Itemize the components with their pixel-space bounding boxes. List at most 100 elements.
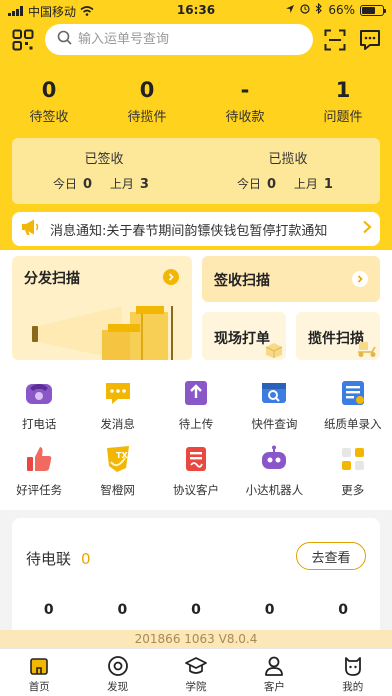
phone-icon <box>24 378 54 408</box>
message-bubble-icon[interactable] <box>358 28 382 52</box>
parcel-icon <box>264 342 284 362</box>
main-panel: 分发扫描 签收扫描 现场打单 揽件扫描 打电话 发消息 待上传 快件查询 纸质单… <box>0 250 392 510</box>
action-call[interactable]: 打电话 <box>0 378 78 432</box>
profile-icon <box>342 655 364 677</box>
chevron-right-icon <box>163 269 179 285</box>
battery-percent: 66% <box>328 3 355 17</box>
stat-label: 待签收 <box>29 110 69 125</box>
month-value: 1 <box>323 177 333 192</box>
stat-pending-sign[interactable]: 0 待签收 <box>0 78 98 126</box>
status-bar: 中国移动 16:36 66% <box>0 0 392 22</box>
sign-scan-tile[interactable]: 签收扫描 <box>202 256 380 302</box>
action-label: 小达机器人 <box>245 483 304 497</box>
tab-label: 发现 <box>107 681 129 693</box>
quick-actions-row-2: 好评任务 TX 智橙网 协议客户 小达机器人 更多 <box>0 444 392 498</box>
action-more[interactable]: 更多 <box>314 444 392 498</box>
stat-label: 待揽件 <box>127 110 167 125</box>
month-label: 上月 <box>293 177 318 191</box>
chevron-right-icon <box>352 271 368 287</box>
upload-icon <box>181 378 211 408</box>
contract-icon <box>181 444 211 474</box>
customer-icon <box>263 655 285 677</box>
home-icon <box>28 655 50 677</box>
tab-label: 客户 <box>263 681 285 693</box>
action-message[interactable]: 发消息 <box>78 378 156 432</box>
tab-profile[interactable]: 我的 <box>314 649 392 696</box>
stat-label: 待收款 <box>225 110 265 125</box>
action-label: 好评任务 <box>16 483 63 497</box>
alarm-icon <box>300 3 310 17</box>
dispatch-scan-label: 分发扫描 <box>24 271 80 287</box>
collected-title: 已揽收 <box>268 152 308 167</box>
action-paper-form[interactable]: 纸质单录入 <box>314 378 392 432</box>
message-icon <box>103 378 133 408</box>
tab-label: 首页 <box>28 681 50 693</box>
tab-discover[interactable]: 发现 <box>78 649 156 696</box>
month-label: 上月 <box>109 177 134 191</box>
onsite-print-label: 现场打单 <box>214 331 270 347</box>
action-label: 协议客户 <box>172 483 219 497</box>
stat-value: - <box>240 78 250 102</box>
action-robot-assistant[interactable]: 小达机器人 <box>235 444 313 498</box>
academy-icon <box>185 655 207 677</box>
stat-pending-collect[interactable]: 0 待揽件 <box>98 78 196 126</box>
view-button[interactable]: 去查看 <box>296 542 366 570</box>
stat-value: 0 <box>41 78 57 102</box>
notice-bar[interactable]: 消息通知:关于春节期间韵镖侠钱包暂停打款通知 <box>12 212 380 246</box>
signed-title: 已签收 <box>84 152 124 167</box>
more-grid-icon <box>338 444 368 474</box>
search-input[interactable] <box>78 32 298 47</box>
stat-value: 1 <box>335 78 351 102</box>
thumbs-up-icon <box>24 444 54 474</box>
notice-text: 消息通知:关于春节期间韵镖侠钱包暂停打款通知 <box>50 223 328 239</box>
pending-call-count: 0 <box>81 550 91 568</box>
breakdown-item[interactable]: 0 <box>12 602 86 618</box>
battery-icon <box>360 4 386 16</box>
action-label: 智橙网 <box>100 483 135 497</box>
search-bar[interactable] <box>45 24 313 55</box>
breakdown-item[interactable]: 0 <box>233 602 307 618</box>
stat-problem-items[interactable]: 1 问题件 <box>294 78 392 126</box>
scan-icon[interactable] <box>324 29 346 51</box>
action-label: 打电话 <box>21 417 57 431</box>
stat-value: 0 <box>139 78 155 102</box>
collect-scan-tile[interactable]: 揽件扫描 <box>296 312 380 360</box>
scooter-icon <box>356 340 378 362</box>
action-package-search[interactable]: 快件查询 <box>235 378 313 432</box>
tx-badge-icon: TX <box>103 444 133 474</box>
location-icon <box>285 3 295 17</box>
pending-call-title: 待电联 0 <box>26 550 91 568</box>
collected-summary[interactable]: 已揽收 今日 0 上月 1 <box>196 138 380 204</box>
action-label: 纸质单录入 <box>324 417 382 431</box>
scanner-boxes-illustration <box>32 300 188 364</box>
sign-scan-label: 签收扫描 <box>214 273 270 289</box>
breakdown-item[interactable]: 0 <box>159 602 233 618</box>
robot-icon <box>259 444 289 474</box>
dispatch-scan-tile[interactable]: 分发扫描 <box>12 256 192 360</box>
tab-academy[interactable]: 学院 <box>157 649 235 696</box>
paper-form-icon <box>338 378 368 408</box>
stat-pending-payment[interactable]: - 待收款 <box>196 78 294 126</box>
signed-summary[interactable]: 已签收 今日 0 上月 3 <box>12 138 196 204</box>
action-review-tasks[interactable]: 好评任务 <box>0 444 78 498</box>
action-pending-upload[interactable]: 待上传 <box>157 378 235 432</box>
search-icon <box>57 30 72 49</box>
megaphone-icon <box>20 218 42 240</box>
breakdown-item[interactable]: 0 <box>86 602 160 618</box>
svg-text:TX: TX <box>116 451 128 460</box>
onsite-print-tile[interactable]: 现场打单 <box>202 312 286 360</box>
pending-call-breakdown: 0 0 0 0 0 <box>12 602 380 618</box>
breakdown-item[interactable]: 0 <box>306 602 380 618</box>
today-value: 0 <box>83 177 93 192</box>
package-search-icon <box>259 378 289 408</box>
today-label: 今日 <box>237 177 262 191</box>
tab-customer[interactable]: 客户 <box>235 649 313 696</box>
qr-grid-icon[interactable] <box>12 29 34 51</box>
action-contract-customers[interactable]: 协议客户 <box>157 444 235 498</box>
action-zhicheng-net[interactable]: TX 智橙网 <box>78 444 156 498</box>
action-label: 更多 <box>341 483 365 497</box>
action-label: 待上传 <box>178 417 214 431</box>
action-label: 快件查询 <box>251 417 298 431</box>
version-banner: 201866 1063 V8.0.4 <box>0 630 392 648</box>
tab-home[interactable]: 首页 <box>0 649 78 696</box>
